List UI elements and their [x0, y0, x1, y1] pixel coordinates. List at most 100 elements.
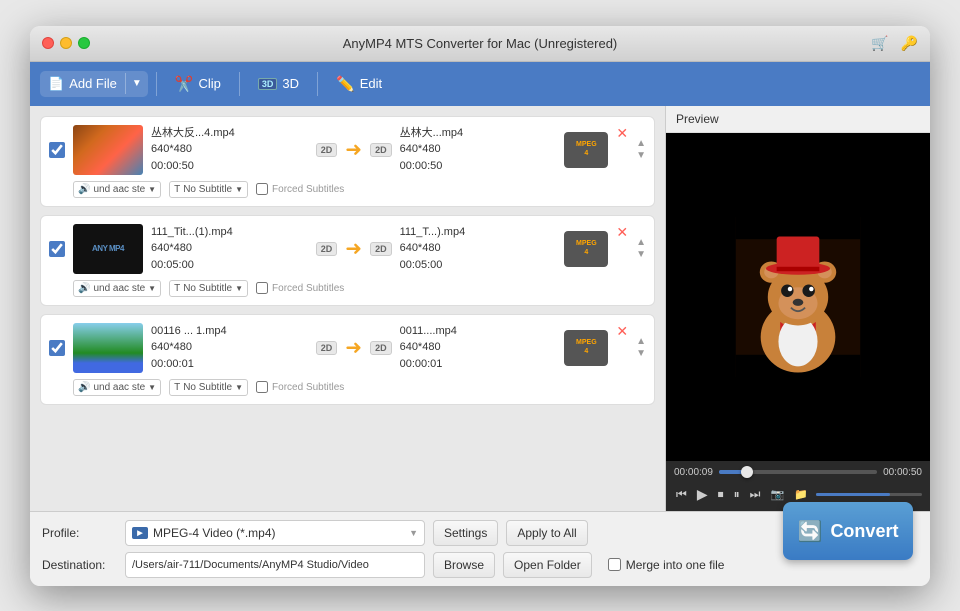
forced-sub-checkbox-3[interactable]	[256, 381, 268, 393]
subtitle-icon-3: T	[174, 382, 180, 393]
remove-btn-1[interactable]: ✕	[616, 125, 628, 142]
arrow-icon-2: ➜	[345, 236, 362, 261]
convert-icon: 🔄	[798, 519, 823, 544]
audio-icon-3: 🔊	[78, 382, 90, 393]
subtitle-icon-1: T	[174, 184, 180, 195]
remove-btn-3[interactable]: ✕	[616, 323, 628, 340]
file-info-3: 00116 ... 1.mp4 640*480 00:00:01	[151, 323, 308, 373]
audio-value-3: und aac ste	[93, 382, 145, 393]
file-info-2: 111_Tit...(1).mp4 640*480 00:05:00	[151, 224, 308, 274]
format-btn-label-3: MPEG4	[576, 339, 597, 356]
file-output-info-1: 丛林大...mp4 640*480 00:00:50	[400, 125, 557, 175]
add-file-group: 📄 Add File ▼	[40, 71, 148, 97]
file-output-info-2: 111_T...).mp4 640*480 00:05:00	[400, 224, 557, 274]
arrow-icon-1: ➜	[345, 137, 362, 162]
preview-panel: Preview	[665, 106, 930, 511]
main-content: 丛林大反...4.mp4 640*480 00:00:50 2D ➜ 2D 丛林…	[30, 106, 930, 511]
subtitle-chevron-2: ▼	[235, 284, 243, 293]
progress-track[interactable]	[719, 470, 877, 474]
pause-button[interactable]: ⏸	[732, 485, 742, 504]
file-output-duration-1: 00:00:50	[400, 158, 557, 175]
browse-button[interactable]: Browse	[433, 552, 495, 578]
apply-all-button[interactable]: Apply to All	[506, 520, 587, 546]
current-time: 00:00:09	[674, 467, 713, 478]
add-file-button[interactable]: 📄 Add File	[40, 71, 125, 97]
scroll-up-3[interactable]: ▲	[636, 337, 646, 347]
profile-value: MPEG-4 Video (*.mp4)	[153, 526, 276, 540]
skip-forward-button[interactable]: ⏭	[748, 485, 763, 504]
profile-icon: ▶	[132, 527, 148, 539]
format-btn-1[interactable]: MPEG4	[564, 132, 608, 168]
forced-sub-checkbox-1[interactable]	[256, 183, 268, 195]
subtitle-select-2[interactable]: T No Subtitle ▼	[169, 280, 248, 297]
audio-chevron-2: ▼	[148, 284, 156, 293]
file-output-name-3: 0011....mp4	[400, 323, 557, 340]
file-output-size-3: 640*480	[400, 339, 557, 356]
add-file-icon: 📄	[48, 76, 64, 92]
input-badge-2d-2: 2D	[316, 242, 338, 256]
minimize-button[interactable]	[60, 37, 72, 49]
scroll-up-2[interactable]: ▲	[636, 238, 646, 248]
edit-icon: ✏️	[336, 75, 355, 93]
audio-select-3[interactable]: 🔊 und aac ste ▼	[73, 379, 161, 396]
audio-value-2: und aac ste	[93, 283, 145, 294]
file-checkbox-2[interactable]	[49, 241, 65, 257]
audio-select-1[interactable]: 🔊 und aac ste ▼	[73, 181, 161, 198]
file-input-duration-3: 00:00:01	[151, 356, 308, 373]
stop-button[interactable]: ⏹	[716, 485, 726, 504]
audio-chevron-3: ▼	[148, 383, 156, 392]
convert-button[interactable]: 🔄 Convert	[783, 502, 913, 560]
edit-button[interactable]: ✏️ Edit	[326, 70, 392, 98]
3d-button[interactable]: 3D 3D	[248, 71, 309, 96]
scroll-down-2[interactable]: ▼	[636, 250, 646, 260]
cart-icon[interactable]: 🛒	[871, 35, 888, 52]
toolbar: 📄 Add File ▼ ✂️ Clip 3D 3D ✏️ Edit	[30, 62, 930, 106]
file-checkbox-1[interactable]	[49, 142, 65, 158]
forced-sub-checkbox-2[interactable]	[256, 282, 268, 294]
fullscreen-button[interactable]	[78, 37, 90, 49]
profile-select[interactable]: ▶ MPEG-4 Video (*.mp4) ▼	[125, 520, 425, 546]
screenshot-button[interactable]: 📷	[768, 486, 786, 503]
scroll-down-3[interactable]: ▼	[636, 349, 646, 359]
destination-input[interactable]	[125, 552, 425, 578]
format-btn-2[interactable]: MPEG4	[564, 231, 608, 267]
file-item-1: 丛林大反...4.mp4 640*480 00:00:50 2D ➜ 2D 丛林…	[40, 116, 655, 207]
file-output-name-1: 丛林大...mp4	[400, 125, 557, 142]
audio-icon-2: 🔊	[78, 283, 90, 294]
titlebar-icons: 🛒 🔑	[871, 35, 918, 52]
scroll-down-1[interactable]: ▼	[636, 151, 646, 161]
file-item-3-row: 00116 ... 1.mp4 640*480 00:00:01 2D ➜ 2D…	[49, 323, 646, 373]
scroll-up-1[interactable]: ▲	[636, 139, 646, 149]
file-thumbnail-2: ANY MP4	[73, 224, 143, 274]
settings-button[interactable]: Settings	[433, 520, 498, 546]
subtitle-select-1[interactable]: T No Subtitle ▼	[169, 181, 248, 198]
merge-text: Merge into one file	[626, 558, 725, 572]
play-button[interactable]: ▶	[695, 484, 710, 505]
folder-button[interactable]: 📁	[792, 486, 810, 503]
file-input-name-2: 111_Tit...(1).mp4	[151, 224, 308, 241]
add-file-dropdown-arrow[interactable]: ▼	[125, 73, 148, 94]
toolbar-divider-3	[317, 72, 318, 96]
file-output-info-3: 0011....mp4 640*480 00:00:01	[400, 323, 557, 373]
format-btn-3[interactable]: MPEG4	[564, 330, 608, 366]
file-input-name-1: 丛林大反...4.mp4	[151, 125, 308, 142]
volume-slider[interactable]	[816, 493, 922, 496]
audio-select-2[interactable]: 🔊 und aac ste ▼	[73, 280, 161, 297]
close-button[interactable]	[42, 37, 54, 49]
skip-back-button[interactable]: ⏮	[674, 485, 689, 504]
toolbar-divider-2	[239, 72, 240, 96]
remove-btn-2[interactable]: ✕	[616, 224, 628, 241]
forced-sub-label-1: Forced Subtitles	[272, 184, 344, 195]
subtitle-select-3[interactable]: T No Subtitle ▼	[169, 379, 248, 396]
key-icon[interactable]: 🔑	[901, 35, 918, 52]
file-info-1: 丛林大反...4.mp4 640*480 00:00:50	[151, 125, 308, 175]
subtitle-chevron-1: ▼	[235, 185, 243, 194]
file-output-duration-3: 00:00:01	[400, 356, 557, 373]
file-thumbnail-1	[73, 125, 143, 175]
open-folder-button[interactable]: Open Folder	[503, 552, 592, 578]
file-checkbox-3[interactable]	[49, 340, 65, 356]
merge-checkbox[interactable]	[608, 558, 621, 571]
clip-button[interactable]: ✂️ Clip	[165, 70, 231, 98]
subtitle-row-3: 🔊 und aac ste ▼ T No Subtitle ▼ Forced S…	[49, 379, 646, 396]
window-title: AnyMP4 MTS Converter for Mac (Unregister…	[343, 36, 618, 51]
